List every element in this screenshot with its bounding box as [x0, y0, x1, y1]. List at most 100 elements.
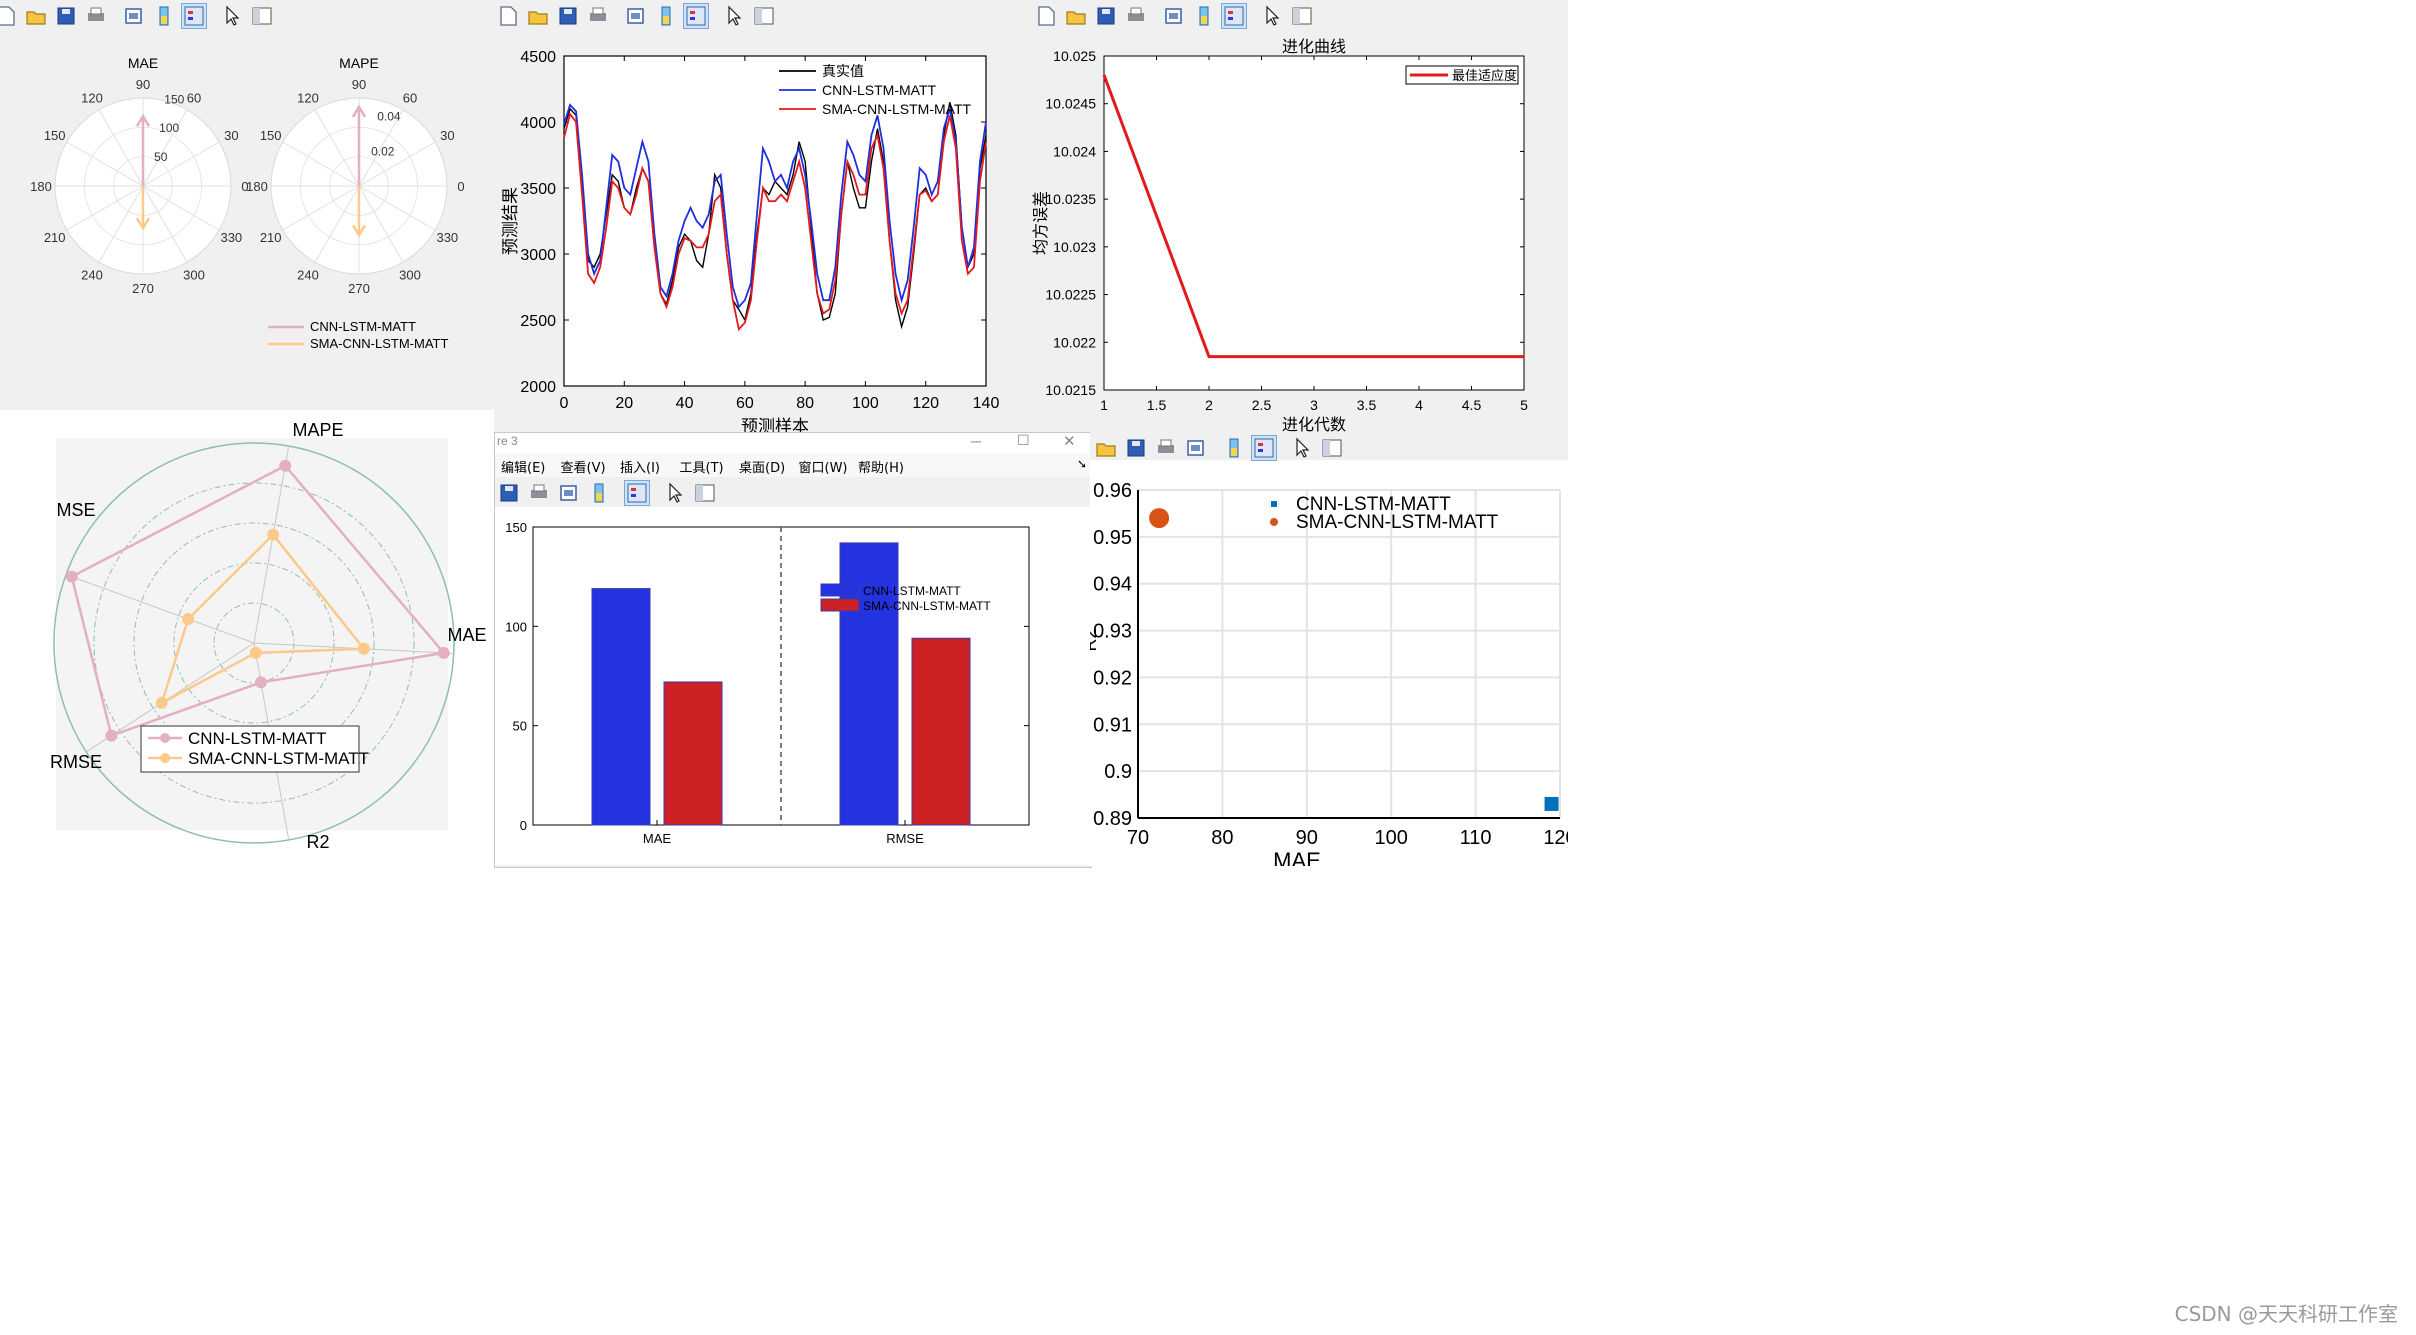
open-folder-icon[interactable] [526, 4, 550, 28]
radar-legend-label: CNN-LSTM-MATT [188, 729, 327, 748]
new-file-icon[interactable] [1034, 4, 1058, 28]
new-file-icon[interactable] [0, 4, 18, 28]
y-tick-label: 4000 [520, 115, 556, 132]
legend-label: SMA-CNN-LSTM-MATT [1296, 512, 1499, 533]
legend-mark [188, 17, 193, 20]
y-tick-label: 2500 [520, 313, 556, 330]
y-tick-label: 3000 [520, 247, 556, 264]
polar-angle-label: 300 [399, 267, 421, 282]
property-editor-icon[interactable] [752, 4, 776, 28]
bar-chart: 0 50 100 150 MAE RMSE CNN-LSTM-MATTSMA-CNN-LST… [495, 507, 1091, 865]
colorbar-icon[interactable] [152, 4, 176, 28]
save-icon[interactable] [54, 4, 78, 28]
menu-item[interactable]: 工具(T) [680, 457, 724, 476]
legend-mark [631, 494, 636, 497]
preview-inner [1191, 445, 1200, 451]
property-editor-icon[interactable] [1290, 4, 1314, 28]
legend-icon[interactable] [1221, 3, 1247, 29]
save-icon[interactable] [556, 4, 580, 28]
x-tick-label: 3 [1310, 397, 1318, 413]
polar-angle-label: 90 [136, 77, 150, 92]
radar-legend-label: SMA-CNN-LSTM-MATT [188, 749, 369, 768]
print-icon[interactable] [1154, 436, 1178, 460]
maximize-button[interactable]: ☐ [1017, 433, 1030, 449]
menu-dock-arrow-icon[interactable]: ➘ [1077, 457, 1087, 471]
scatter-chart: 7080901001101200.890.90.910.920.930.940.… [1090, 480, 1568, 866]
polar-angle-label: 60 [403, 91, 417, 106]
menu-item[interactable]: 编辑(E) [501, 457, 545, 476]
menu-item[interactable]: 窗口(W) [799, 457, 848, 476]
property-editor-icon[interactable] [693, 481, 717, 505]
plot-area [1138, 490, 1560, 818]
y-tick-label: 0.92 [1093, 667, 1132, 689]
close-button[interactable]: ✕ [1063, 433, 1076, 450]
x-tick-label: 1 [1100, 397, 1108, 413]
pointer-icon[interactable] [1290, 436, 1314, 460]
legend-marker [1271, 501, 1277, 507]
radar-axis-label: MAPE [292, 420, 343, 440]
open-folder-icon[interactable] [1064, 4, 1088, 28]
colorbar-icon[interactable] [587, 481, 611, 505]
polar-angle-label: 150 [260, 128, 282, 143]
menu-item[interactable]: 插入(I) [620, 457, 660, 476]
y-tick-label: 10.022 [1053, 334, 1096, 350]
save-icon[interactable] [1124, 436, 1148, 460]
menu-item[interactable]: 查看(V) [561, 457, 606, 476]
window-title: re 3 [497, 434, 518, 448]
pointer-icon[interactable] [722, 4, 746, 28]
legend-label: SMA-CNN-LSTM-MATT [863, 599, 991, 613]
pointer-icon[interactable] [1260, 4, 1284, 28]
print-preview-icon[interactable] [1184, 436, 1208, 460]
menu-bar: 编辑(E) 查看(V) 插入(I) 工具(T) 桌面(D) 窗口(W) 帮助(H) [495, 453, 1091, 477]
save-icon[interactable] [497, 481, 521, 505]
print-preview-icon[interactable] [1162, 4, 1186, 28]
printer-paper [1130, 7, 1142, 15]
print-preview-icon[interactable] [557, 481, 581, 505]
menu-item[interactable]: 桌面(D) [739, 457, 785, 476]
x-tick-label: 4.5 [1462, 397, 1482, 413]
property-editor-icon[interactable] [250, 4, 274, 28]
print-icon[interactable] [84, 4, 108, 28]
x-tick-label: 40 [676, 395, 694, 412]
x-tick-label: 1.5 [1147, 397, 1167, 413]
colorbar-fill [663, 16, 669, 24]
legend-box [686, 6, 706, 26]
polar-title: MAE [128, 55, 158, 71]
preview-inner [631, 13, 640, 19]
open-folder-icon[interactable] [1094, 436, 1118, 460]
polar-angle-label: 330 [220, 230, 242, 245]
polar-angle-label: 240 [81, 267, 103, 282]
save-icon[interactable] [1094, 4, 1118, 28]
pointer-icon[interactable] [663, 481, 687, 505]
x-tick-label: 90 [1296, 827, 1318, 849]
open-folder-icon[interactable] [24, 4, 48, 28]
print-preview-icon[interactable] [624, 4, 648, 28]
x-tick-label: 70 [1127, 827, 1149, 849]
menu-item[interactable]: 帮助(H) [858, 457, 904, 476]
print-preview-icon[interactable] [122, 4, 146, 28]
colorbar-icon[interactable] [654, 4, 678, 28]
print-icon[interactable] [1124, 4, 1148, 28]
y-tick-label: 0.95 [1093, 527, 1132, 549]
legend-icon[interactable] [683, 3, 709, 29]
legend-icon[interactable] [181, 3, 207, 29]
colorbar-icon[interactable] [1192, 4, 1216, 28]
new-file-icon[interactable] [496, 4, 520, 28]
polar-angle-label: 240 [297, 267, 319, 282]
legend-icon[interactable] [624, 480, 650, 506]
property-editor-icon[interactable] [1320, 436, 1344, 460]
minimize-button[interactable]: ─ [971, 433, 981, 449]
print-icon[interactable] [586, 4, 610, 28]
prop-col [755, 8, 762, 24]
legend-icon[interactable] [1251, 435, 1277, 461]
x-tick-label: 110 [1460, 827, 1492, 849]
legend-box [1254, 438, 1274, 458]
y-axis-label: 预测结果 [501, 187, 521, 255]
legend-box [184, 6, 204, 26]
y-tick-label: 150 [505, 520, 527, 535]
print-icon[interactable] [527, 481, 551, 505]
colorbar-icon[interactable] [1222, 436, 1246, 460]
polar-angle-label: 300 [183, 267, 205, 282]
pointer-icon[interactable] [220, 4, 244, 28]
colorbar-fill [1201, 16, 1207, 24]
